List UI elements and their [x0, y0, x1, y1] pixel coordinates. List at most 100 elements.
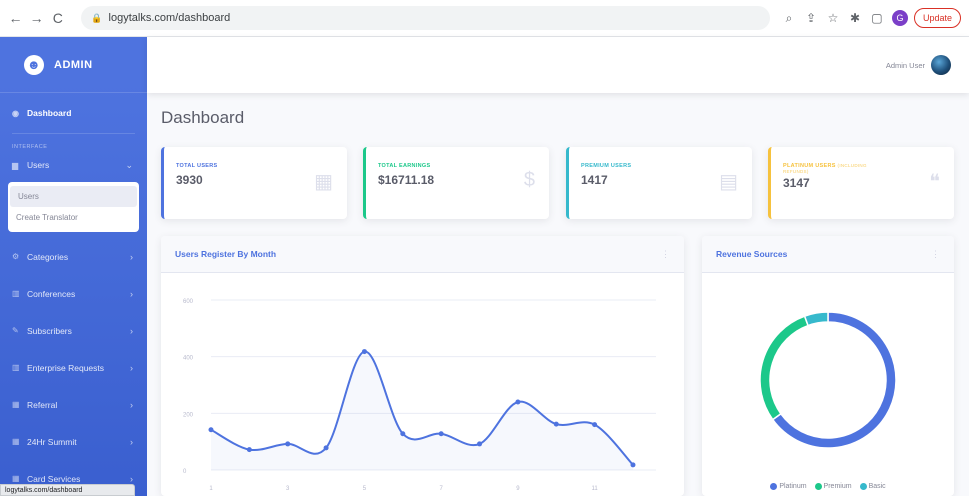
legend-dot [859, 483, 867, 490]
sidebar-item-24hr-summit[interactable]: ▦ 24Hr Summit › [0, 423, 147, 460]
cog-icon: ⚙ [12, 252, 20, 261]
card-label: PLATINUM USERS (INCLUDING REFUNDS) [783, 163, 942, 174]
sidebar-item-label: Categories [27, 251, 69, 262]
card-value: 1417 [581, 173, 608, 187]
sidebar-item-subscribers[interactable]: ✎ Subscribers › [0, 312, 147, 349]
tab-icon[interactable]: ▢ [868, 9, 886, 27]
data-point[interactable] [400, 431, 406, 437]
zoom-icon[interactable]: ⌕ [780, 9, 798, 27]
data-point[interactable] [553, 421, 559, 427]
more-vertical-icon[interactable]: ⋮ [661, 249, 670, 260]
submenu-item-create-translator[interactable]: Create Translator [8, 207, 139, 228]
x-tick-label: 3 [286, 486, 290, 492]
revenue-donut-chart [759, 311, 897, 449]
chart-icon: ▥ [12, 363, 20, 372]
chevron-right-icon: › [130, 362, 133, 373]
sidebar-item-label: Users [27, 160, 50, 170]
chevron-right-icon: › [130, 288, 133, 299]
sidebar-item-label: 24Hr Summit [27, 436, 77, 447]
more-vertical-icon[interactable]: ⋮ [931, 249, 940, 260]
panel-header: Revenue Sources ⋮ [702, 236, 954, 273]
sidebar: ☻ ADMIN ◉ Dashboard INTERFACE ▆ Users ⌄ … [0, 37, 147, 496]
card-label: PREMIUM USERS [581, 163, 632, 169]
users-line-chart: 0 200 400 600 1 3 5 7 9 11 [183, 299, 656, 492]
y-tick-label: 0 [183, 469, 187, 475]
y-tick-label: 200 [183, 412, 194, 418]
legend-item-basic: Basic [859, 483, 886, 490]
revenue-sources-panel: Revenue Sources ⋮ Platinum Premium Basic [702, 236, 954, 496]
data-point[interactable] [438, 431, 444, 437]
bookmark-star-icon[interactable]: ☆ [824, 9, 842, 27]
donut-slice-basic[interactable] [803, 311, 829, 327]
data-point[interactable] [361, 349, 367, 355]
sidebar-item-categories[interactable]: ⚙ Categories › [0, 238, 147, 275]
update-button[interactable]: Update [913, 8, 961, 28]
legend-item-platinum: Platinum [770, 483, 807, 490]
sidebar-brand[interactable]: ☻ ADMIN [0, 37, 147, 93]
chevron-right-icon: › [130, 436, 133, 447]
page-title: Dashboard [161, 108, 245, 127]
chevron-right-icon: › [130, 325, 133, 336]
user-name[interactable]: Admin User [886, 61, 925, 70]
data-point[interactable] [592, 422, 598, 428]
extensions-icon[interactable]: ✱ [846, 9, 864, 27]
card-value: $16711.18 [378, 173, 435, 187]
y-tick-label: 600 [183, 299, 194, 305]
donut-slice-premium[interactable] [759, 315, 810, 421]
donut-legend: Platinum Premium Basic [702, 483, 954, 490]
user-avatar[interactable] [931, 55, 951, 75]
sidebar-item-enterprise-requests[interactable]: ▥ Enterprise Requests › [0, 349, 147, 386]
topbar: Admin User [147, 37, 969, 93]
address-bar[interactable]: 🔒 logytalks.com/dashboard [81, 6, 770, 30]
panel-header: Users Register By Month ⋮ [161, 236, 684, 273]
dollar-icon: $ [523, 169, 535, 191]
data-point[interactable] [323, 445, 329, 451]
chevron-right-icon: › [130, 473, 133, 484]
submenu-item-users[interactable]: Users [10, 186, 137, 207]
x-tick-label: 9 [516, 486, 520, 492]
reload-icon[interactable]: C [50, 10, 65, 26]
stat-card-total-earnings: TOTAL EARNINGS $16711.18 $ [363, 147, 549, 219]
data-point[interactable] [208, 427, 214, 433]
users-register-panel: Users Register By Month ⋮ 0 200 400 600 1 3 5 7… [161, 236, 684, 496]
legend-dot [770, 483, 778, 490]
back-icon[interactable]: ← [8, 10, 23, 26]
card-label-suffix: (INCLUDING [837, 163, 867, 168]
chart-icon: ▥ [12, 289, 20, 298]
legend-label: Premium [823, 483, 852, 490]
calendar-icon: ▦ [314, 171, 333, 193]
share-icon[interactable]: ⇪ [802, 9, 820, 27]
chevron-right-icon: › [130, 399, 133, 410]
tachometer-icon: ◉ [12, 108, 19, 118]
panel-title: Revenue Sources [716, 249, 788, 259]
sidebar-item-label: Conferences [27, 288, 76, 299]
legend-label: Platinum [779, 483, 807, 490]
sidebar-item-users[interactable]: ▆ Users ⌄ [0, 150, 147, 180]
stat-card-total-users: TOTAL USERS 3930 ▦ [161, 147, 347, 219]
panel-title: Users Register By Month [175, 249, 277, 259]
status-bar-url: logytalks.com/dashboard [0, 484, 135, 496]
profile-avatar[interactable]: G [891, 10, 908, 26]
sidebar-item-dashboard[interactable]: ◉ Dashboard [0, 93, 147, 133]
forward-icon[interactable]: → [29, 10, 44, 26]
data-point[interactable] [246, 447, 252, 453]
x-tick-label: 11 [592, 486, 599, 492]
browser-toolbar: ← → C 🔒 logytalks.com/dashboard ⌕ ⇪ ☆ ✱ … [0, 0, 969, 37]
x-tick-label: 5 [363, 486, 367, 492]
sidebar-item-label: Referral [27, 399, 58, 410]
table-icon: ▦ [12, 474, 20, 483]
data-point[interactable] [477, 441, 483, 447]
clipboard-icon: ▤ [719, 171, 738, 193]
x-tick-label: 7 [440, 486, 444, 492]
sidebar-item-referral[interactable]: ▦ Referral › [0, 386, 147, 423]
legend-dot [814, 483, 822, 490]
series-area [211, 351, 633, 470]
sidebar-item-conferences[interactable]: ▥ Conferences › [0, 275, 147, 312]
sidebar-heading: INTERFACE [12, 144, 48, 150]
data-point[interactable] [630, 462, 636, 468]
data-point[interactable] [515, 399, 521, 405]
card-label: TOTAL USERS [176, 163, 218, 169]
data-point[interactable] [285, 441, 291, 447]
legend-item-premium: Premium [814, 483, 852, 490]
users-icon: ▆ [12, 160, 19, 170]
